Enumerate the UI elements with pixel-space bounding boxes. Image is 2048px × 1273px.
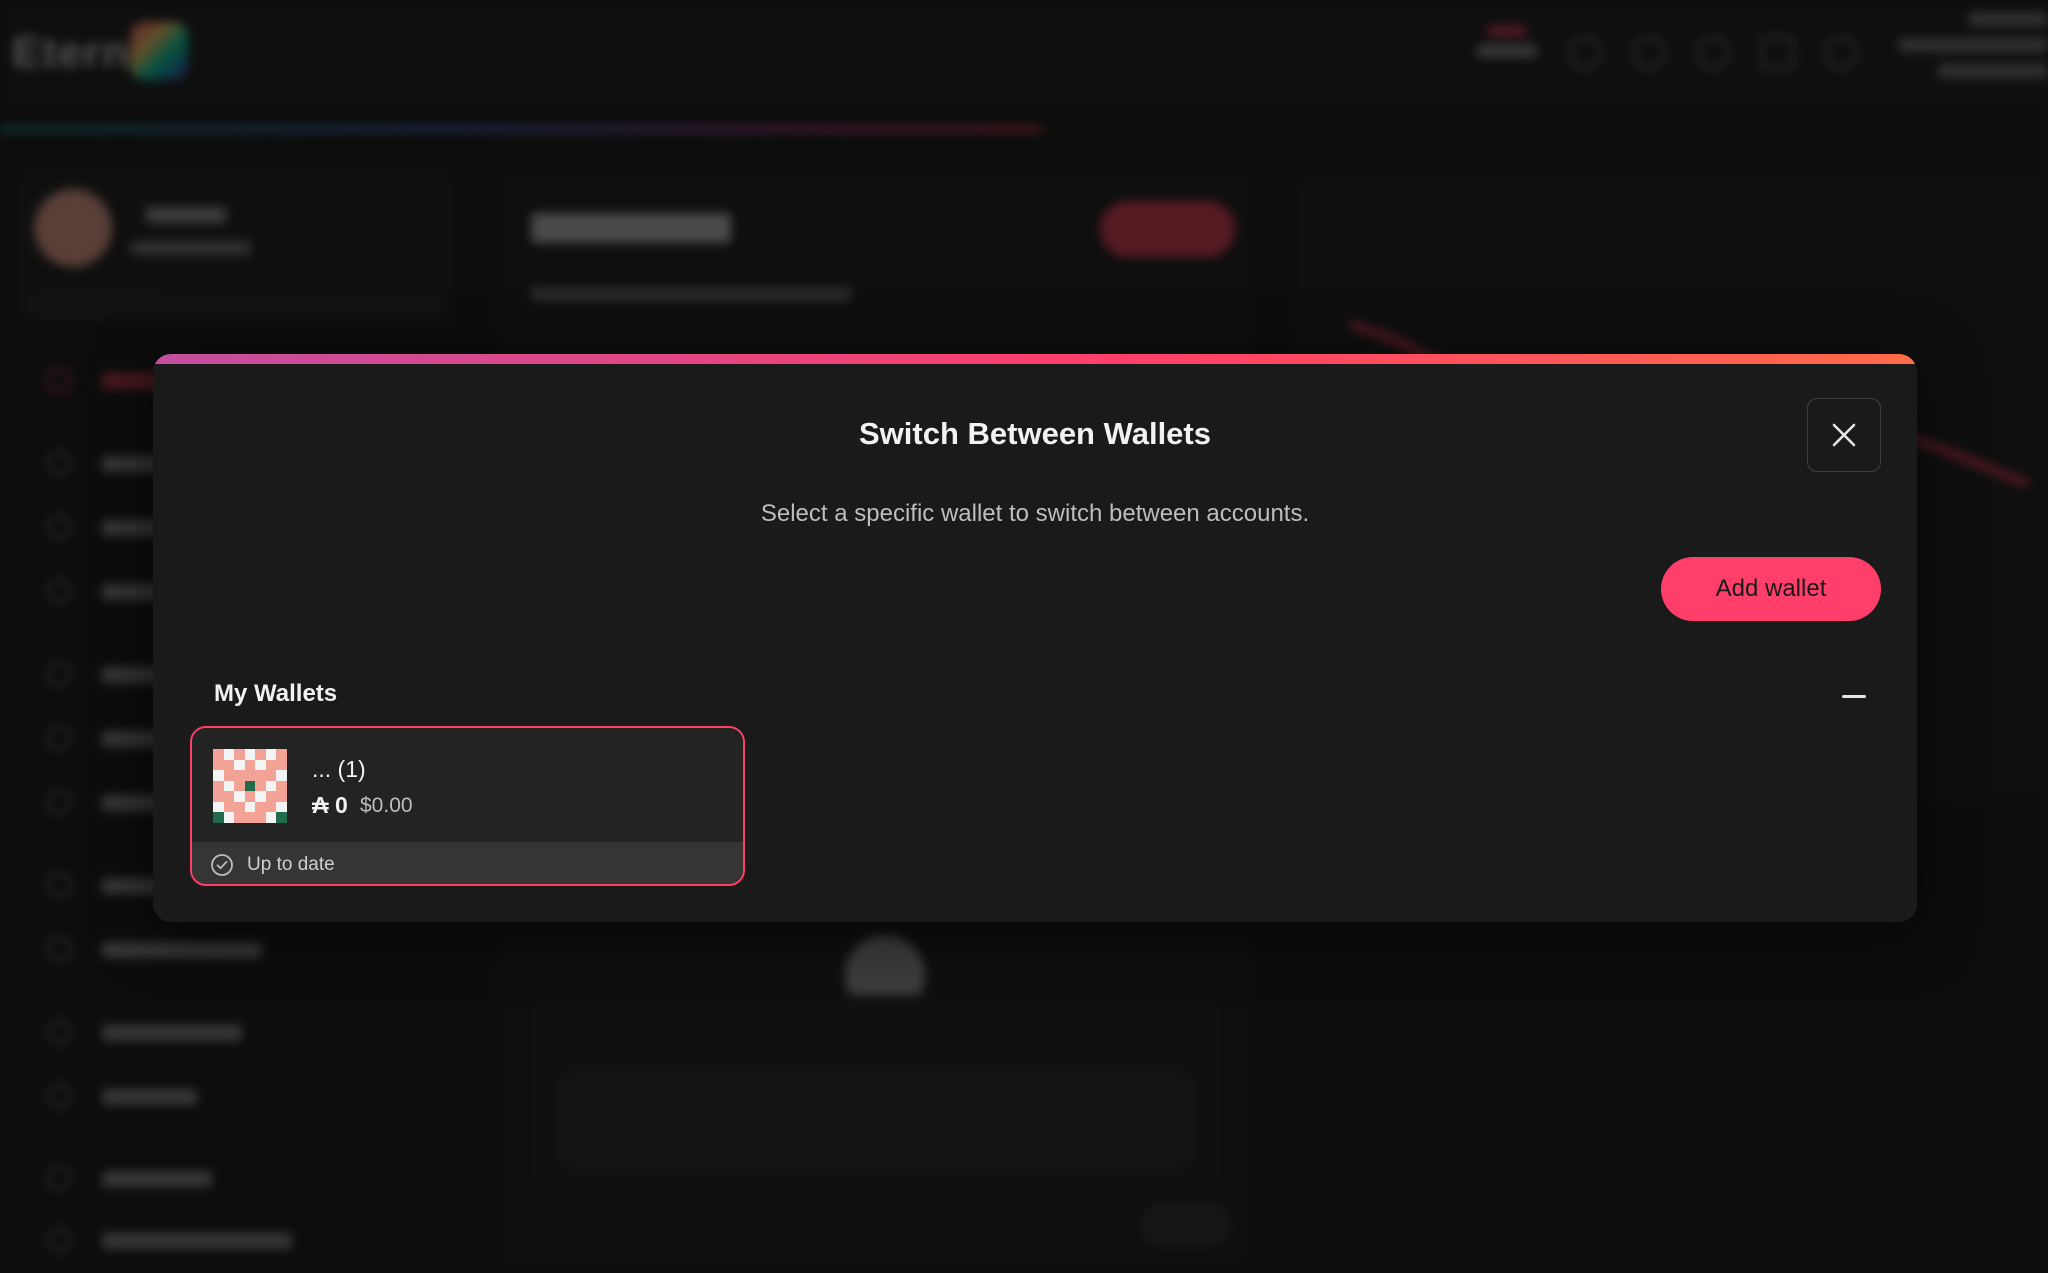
wallet-identicon	[213, 749, 287, 823]
modal-accent-bar	[153, 354, 1917, 364]
check-circle-icon	[211, 854, 233, 876]
wallet-name: ... (1)	[312, 756, 366, 782]
wallet-card[interactable]: ... (1) ₳ 0 $0.00 Up to date	[190, 726, 745, 886]
modal-title: Switch Between Wallets	[859, 416, 1211, 451]
wallet-balance-usd: $0.00	[360, 794, 413, 817]
wallet-balance-ada: ₳ 0	[312, 792, 348, 818]
switch-wallet-modal: Switch Between Wallets Select a specific…	[153, 354, 1917, 922]
wallet-status-text: Up to date	[247, 854, 335, 875]
close-button[interactable]	[1807, 398, 1881, 472]
my-wallets-heading: My Wallets	[214, 680, 338, 707]
minus-icon	[1842, 695, 1866, 698]
modal-subtitle: Select a specific wallet to switch betwe…	[760, 500, 1310, 527]
wallet-status-bar: Up to date	[192, 842, 743, 884]
close-icon	[1832, 423, 1856, 447]
collapse-wallets-button[interactable]	[1839, 682, 1869, 712]
add-wallet-button[interactable]: Add wallet	[1661, 557, 1881, 621]
